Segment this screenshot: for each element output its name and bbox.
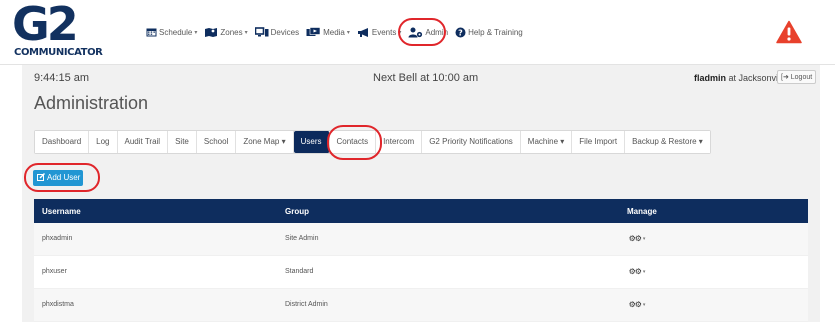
- tab-users[interactable]: Users: [293, 131, 330, 153]
- nav-events[interactable]: Events ▾: [357, 24, 401, 40]
- help-icon: ?: [455, 27, 466, 37]
- nav-media-label: Media: [323, 27, 345, 37]
- tab-site[interactable]: Site: [168, 131, 197, 153]
- manage-dropdown-button[interactable]: ⚙⚙ ▾: [623, 297, 651, 312]
- page-title: Administration: [34, 93, 149, 113]
- cell-username: phxdistma: [42, 301, 74, 308]
- chevron-down-icon: ▾: [642, 301, 646, 308]
- chevron-down-icon: ▾: [642, 268, 646, 275]
- tab-school[interactable]: School: [196, 131, 237, 153]
- manage-dropdown-button[interactable]: ⚙⚙ ▾: [623, 231, 651, 246]
- gears-icon: ⚙⚙: [628, 300, 642, 309]
- nav-devices[interactable]: Devices: [254, 24, 300, 40]
- nav-media[interactable]: Media ▾: [306, 24, 350, 40]
- gears-icon: ⚙⚙: [628, 234, 642, 243]
- user-name: fladmin: [694, 73, 727, 83]
- table-row: phxadmin Site Admin ⚙⚙ ▾: [34, 223, 808, 256]
- alert-warning-icon[interactable]: [776, 20, 802, 44]
- cell-group: District Admin: [285, 301, 328, 308]
- svg-text:?: ?: [458, 28, 463, 37]
- column-group: Group: [285, 207, 309, 216]
- chevron-down-icon: ▾: [642, 235, 646, 242]
- cell-group: Site Admin: [285, 235, 319, 242]
- devices-icon: [254, 27, 269, 37]
- user-info: fladmin at Jacksonville: [694, 73, 787, 83]
- tab-g2-priority-notifications[interactable]: G2 Priority Notifications: [422, 131, 521, 153]
- nav-help[interactable]: ? Help & Training: [455, 24, 523, 40]
- chevron-down-icon: ▾: [194, 29, 198, 36]
- cell-username: phxadmin: [42, 235, 73, 242]
- logout-button[interactable]: [➜ Logout: [777, 70, 817, 84]
- nav-zones-label: Zones: [220, 27, 243, 37]
- chevron-down-icon: ▾: [346, 29, 350, 36]
- gears-icon: ⚙⚙: [628, 267, 642, 276]
- tab-intercom[interactable]: Intercom: [376, 131, 423, 153]
- table-row: phxuser Standard ⚙⚙ ▾: [34, 256, 808, 289]
- megaphone-icon: [357, 27, 368, 37]
- tab-machine[interactable]: Machine ▾: [520, 131, 573, 153]
- users-table: Username Group Manage phxadmin Site Admi…: [34, 199, 808, 322]
- logo-text: G2: [12, 0, 79, 51]
- logout-label: Logout: [790, 74, 813, 81]
- nav-help-label: Help & Training: [468, 27, 523, 37]
- tab-dashboard[interactable]: Dashboard: [35, 131, 90, 153]
- table-header: Username Group Manage: [34, 199, 808, 223]
- top-navbar: G2 COMMUNICATOR Schedule ▾ Zones ▾ Devices…: [0, 0, 835, 64]
- calendar-icon: [146, 28, 157, 37]
- main-nav: Schedule ▾ Zones ▾ Devices Media ▾ Events ▾ …: [146, 24, 530, 40]
- nav-zones[interactable]: Zones ▾: [204, 24, 248, 40]
- media-icon: [306, 26, 321, 36]
- tab-log[interactable]: Log: [89, 131, 118, 153]
- nav-schedule-label: Schedule: [159, 27, 193, 37]
- users-tab-highlight-circle: [327, 125, 382, 160]
- column-manage: Manage: [627, 207, 657, 216]
- chevron-down-icon: ▾: [244, 29, 248, 36]
- g2-communicator-logo[interactable]: G2 COMMUNICATOR: [12, 0, 122, 62]
- tab-file-import[interactable]: File Import: [572, 131, 626, 153]
- column-username: Username: [42, 207, 81, 216]
- tab-backup-restore[interactable]: Backup & Restore ▾: [625, 131, 710, 153]
- admin-highlight-circle: [398, 18, 446, 46]
- table-row: phxdistma District Admin ⚙⚙ ▾: [34, 289, 808, 322]
- nav-events-label: Events: [371, 27, 397, 37]
- cell-username: phxuser: [42, 268, 67, 275]
- logout-icon: [➜: [781, 74, 791, 81]
- tab-audit-trail[interactable]: Audit Trail: [117, 131, 169, 153]
- nav-devices-label: Devices: [270, 27, 300, 37]
- next-bell: Next Bell at 10:00 am: [373, 72, 479, 84]
- nav-schedule[interactable]: Schedule ▾: [146, 24, 197, 40]
- current-time: 9:44:15 am: [34, 72, 90, 84]
- manage-dropdown-button[interactable]: ⚙⚙ ▾: [623, 264, 651, 279]
- logo-subtitle: COMMUNICATOR: [14, 47, 103, 58]
- add-user-highlight-circle: [24, 163, 100, 192]
- map-icon: [205, 28, 218, 37]
- tab-zone-map[interactable]: Zone Map ▾: [236, 131, 294, 153]
- cell-group: Standard: [285, 268, 314, 275]
